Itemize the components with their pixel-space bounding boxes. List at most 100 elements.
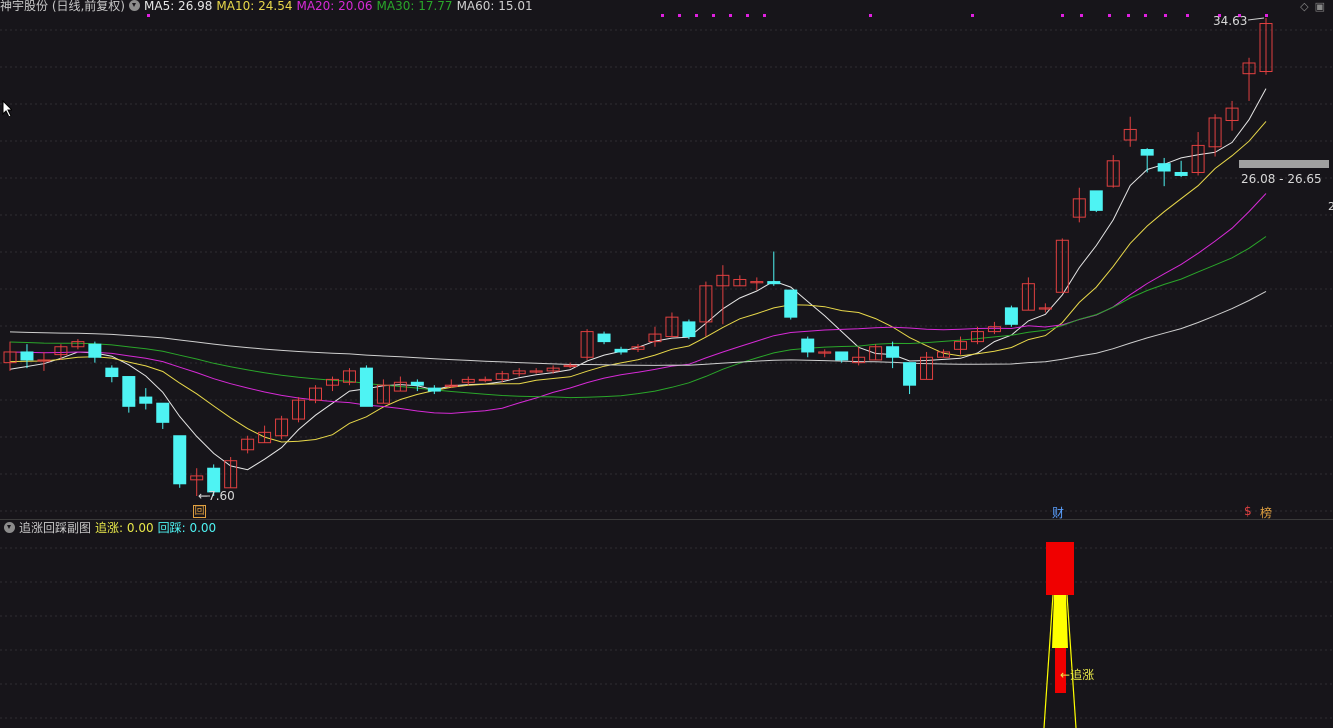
signal-dot [1108,14,1111,17]
candle [461,376,475,386]
candle [156,402,170,429]
candle [37,351,51,371]
candle [970,326,984,345]
candle [376,379,390,404]
ma-legend-item-2: MA10: 24.54 [216,0,293,13]
main-chart-panel[interactable]: 神宇股份 (日线,前复权) MA5: 26.98 MA10: 24.54 MA20: … [0,0,1333,520]
candle [1242,57,1256,101]
candle [122,376,136,413]
candle [478,376,492,383]
candle [597,331,611,345]
range-label: 26.08 - 26.65 [1241,172,1322,186]
candle [1225,100,1239,131]
candle-body [359,367,373,407]
signal-dot [695,14,698,17]
ma-line-ma60 [9,290,1267,366]
candle-body [903,362,917,386]
candle [1055,238,1069,293]
ma-legend-item-3: MA20: 20.06 [296,0,373,13]
candle-body [1004,307,1018,325]
candle [1021,277,1035,311]
signal-mid-bar [1052,595,1068,648]
signal-dot [712,14,715,17]
candle [1259,18,1273,75]
candle-body [20,351,34,361]
candle [767,251,781,286]
candle [241,435,255,454]
candle [275,415,289,440]
ma-legend: MA5: 26.98 MA10: 24.54 MA20: 20.06 MA30: 17… [144,0,537,13]
candle-body [427,387,441,392]
candle-body [1089,190,1103,211]
sub-indicator-chart[interactable] [0,520,1333,728]
candle [325,376,339,392]
ma-legend-item-5: MA60: 15.01 [456,0,533,13]
candlestick-chart[interactable] [0,0,1333,519]
sub-indicator-name: 追涨回踩副图 [19,521,92,535]
signal-dot [1164,14,1167,17]
mouse-cursor-icon [2,100,12,116]
zhuizhang-value: 追涨: 0.00 [95,521,154,535]
candle [546,365,560,374]
signal-dot [147,14,150,17]
high-price-label: 34.63 [1213,14,1248,28]
candle [580,329,594,360]
stock-title: 神宇股份 (日线,前复权) [0,0,125,13]
candle [173,435,187,488]
ma-line-ma20 [9,193,1267,414]
candle [648,326,662,347]
diamond-icon[interactable]: ◇ [1300,0,1308,13]
hui-marker[interactable]: 回 [193,505,206,518]
sub-dropdown-icon[interactable] [4,522,15,533]
signal-dot [746,14,749,17]
candle [224,457,238,489]
candle-body [122,376,136,407]
dollar-marker[interactable]: $ [1244,504,1252,518]
candle [342,368,356,386]
signal-dot [763,14,766,17]
price-annotations [200,17,1329,497]
candle-body [1140,149,1154,156]
signal-bars [1043,542,1077,728]
candle [818,349,832,358]
candle-body [614,348,628,353]
candle [716,265,730,325]
candle [665,312,679,338]
signal-dots [147,14,1268,17]
candle-body [156,402,170,423]
candle [292,397,306,423]
signal-label-text: 追涨 [1070,668,1095,682]
candle [1038,303,1052,313]
candle [852,346,866,366]
candle [139,388,153,410]
candle [359,365,373,407]
sub-grid [0,547,1333,719]
candle [1106,155,1120,188]
candle [410,379,424,392]
candle [88,341,102,363]
candle [258,425,272,444]
candle-body [105,367,119,378]
candle [1174,160,1188,177]
candle [529,368,543,374]
dropdown-icon[interactable] [129,0,140,11]
candle [1123,116,1137,147]
maximize-icon[interactable]: ▣ [1315,0,1325,13]
candle [937,349,951,358]
candle-body [88,343,102,358]
candle-body [597,333,611,343]
signal-dot [869,14,872,17]
candle [105,365,119,383]
low-price-value: 7.60 [208,489,235,503]
huicai-value: 回踩: 0.00 [157,521,217,535]
moving-average-lines [9,88,1267,471]
candles [3,18,1273,496]
window-controls: ◇ ▣ [1294,0,1325,13]
candle [71,339,85,350]
range-bar [1239,160,1329,168]
signal-dot [661,14,664,17]
candle-body [173,435,187,485]
candle [512,368,526,377]
ma-legend-item-4: MA30: 17.77 [376,0,453,13]
sub-indicator-panel[interactable]: 追涨回踩副图 追涨: 0.00 回踩: 0.00 ←追涨 [0,519,1333,728]
